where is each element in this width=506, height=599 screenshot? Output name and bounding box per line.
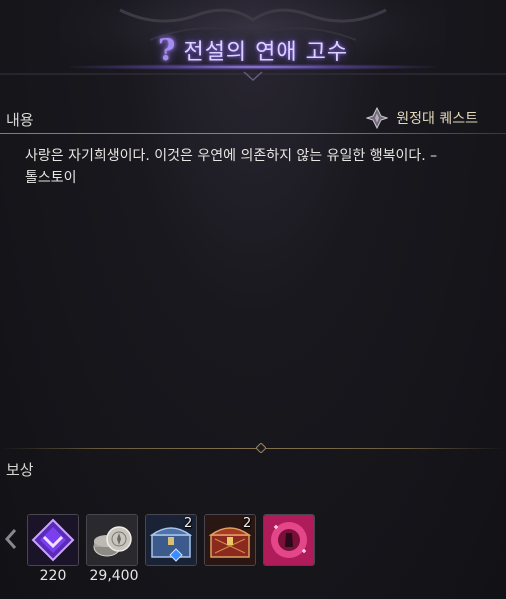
quest-description: 사랑은 자기희생이다. 이것은 우연에 의존하지 않는 유일한 행복이다. – … [25, 145, 490, 189]
reward-slot-1[interactable] [27, 514, 79, 566]
content-section-label: 내용 [6, 111, 34, 129]
quest-title: 전설의 연애 고수 [183, 40, 349, 65]
expedition-emblem-icon [366, 107, 389, 129]
reward-amount-1: 220 [39, 568, 67, 584]
question-mark-icon: ? [157, 32, 176, 68]
quest-category-label: 원정대 퀘스트 [396, 111, 478, 127]
chevron-left-icon[interactable] [3, 528, 19, 550]
pink-emote-card-icon [264, 515, 314, 565]
reward-count-3: 2 [184, 516, 193, 531]
reward-amount-2: 29,400 [89, 568, 139, 584]
title-glow [70, 64, 436, 70]
divider-diamond-icon [256, 443, 266, 453]
reward-slot-2[interactable] [86, 514, 138, 566]
reward-section-label: 보상 [6, 461, 34, 479]
content-header-line [0, 133, 506, 134]
reward-slot-5[interactable] [263, 514, 315, 566]
quest-description-text: 사랑은 자기희생이다. 이것은 우연에 의존하지 않는 유일한 행복이다. – … [25, 148, 438, 186]
quest-category: 원정대 퀘스트 [366, 107, 478, 129]
purple-emblem-icon [28, 515, 78, 565]
reward-count-4: 2 [243, 516, 252, 531]
silver-coin-icon [87, 515, 137, 565]
section-divider [0, 448, 506, 449]
